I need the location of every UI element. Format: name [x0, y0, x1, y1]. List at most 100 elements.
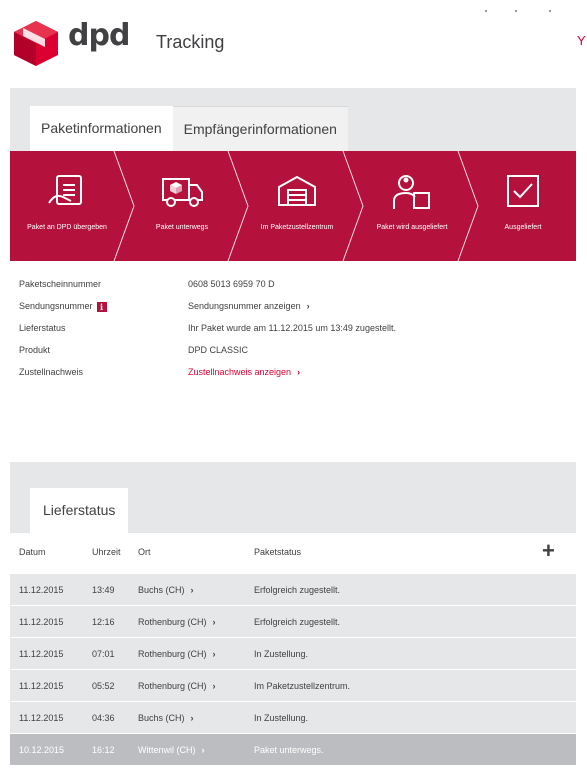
step-label: Paket an DPD übergeben: [27, 224, 107, 231]
progress-step-depot: Im Paketzustellzentrum: [240, 151, 354, 261]
progress-step-delivered: Ausgeliefert: [470, 151, 576, 261]
location-label: Rothenburg (CH): [138, 681, 207, 691]
column-header-time: Uhrzeit: [92, 547, 121, 557]
cell-location-link[interactable]: Rothenburg (CH) ›: [138, 649, 216, 659]
location-label: Wittenwil (CH): [138, 745, 196, 755]
cell-status: In Zustellung.: [254, 713, 309, 723]
location-label: Rothenburg (CH): [138, 649, 207, 659]
show-shipment-number-label: Sendungsnummer anzeigen: [188, 301, 301, 311]
cell-status: Erfolgreich zugestellt.: [254, 617, 341, 627]
progress-step-handover: Paket an DPD übergeben: [10, 151, 124, 261]
cell-date: 10.12.2015: [19, 745, 65, 755]
info-label: Paketscheinnummer: [19, 279, 102, 289]
menu-edge-icon[interactable]: Y: [577, 33, 586, 48]
table-row: 11.12.2015 07:01 Rothenburg (CH) › In Zus…: [10, 637, 576, 669]
table-row: 10.12.2015 16:12 Wittenwil (CH) › Paket u…: [10, 733, 576, 765]
status-tabs: Lieferstatus: [30, 488, 129, 533]
info-row-delivery-status: Lieferstatus Ihr Paket wurde am 11.12.20…: [10, 317, 576, 339]
delivery-status-panel: Lieferstatus Datum Uhrzeit Ort Paketstat…: [10, 462, 576, 776]
cell-status: Paket unterwegs.: [254, 745, 324, 755]
cell-location-link[interactable]: Wittenwil (CH) ›: [138, 745, 205, 755]
info-label: Produkt: [19, 345, 51, 355]
info-row-proof-of-delivery: Zustellnachweis Zustellnachweis anzeigen…: [10, 361, 576, 383]
progress-step-out-for-delivery: Paket wird ausgeliefert: [354, 151, 470, 261]
tab-package-info[interactable]: Paketinformationen: [30, 106, 173, 151]
cell-date: 11.12.2015: [19, 681, 64, 691]
dpd-logo-icon[interactable]: [10, 19, 62, 67]
cell-status: Im Paketzustellzentrum.: [254, 681, 351, 691]
cell-time: 13:49: [92, 585, 115, 595]
info-label: Sendungsnummer i: [19, 301, 107, 312]
chevron-right-icon: ›: [201, 745, 205, 755]
step-label: Paket wird ausgeliefert: [376, 224, 448, 231]
table-row: 11.12.2015 12:16 Rothenburg (CH) › Erfolg…: [10, 605, 576, 637]
cell-date: 11.12.2015: [19, 713, 64, 723]
expand-plus-icon[interactable]: +: [542, 539, 555, 563]
location-label: Buchs (CH): [138, 713, 185, 723]
divider-dot: [485, 10, 487, 12]
divider-dot: [515, 10, 517, 12]
status-table: Datum Uhrzeit Ort Paketstatus + 11.12.20…: [10, 533, 576, 776]
courier-icon: [393, 175, 430, 209]
cell-time: 07:01: [92, 649, 115, 659]
step-label: Im Paketzustellzentrum: [260, 224, 334, 231]
column-header-location: Ort: [138, 547, 151, 557]
info-label: Lieferstatus: [19, 323, 66, 333]
table-row: 11.12.2015 13:49 Buchs (CH) › Erfolgreich…: [10, 573, 576, 605]
product-value: DPD CLASSIC: [188, 345, 249, 355]
brand-wordmark: dpd: [68, 18, 130, 53]
info-label: Zustellnachweis: [19, 367, 84, 377]
table-row: 11.12.2015 05:52 Rothenburg (CH) › Im Pak…: [10, 669, 576, 701]
depot-building-icon: [278, 175, 316, 206]
cell-location-link[interactable]: Rothenburg (CH) ›: [138, 617, 216, 627]
page-title: Tracking: [156, 32, 225, 52]
info-row-shipment-number: Sendungsnummer i Sendungsnummer anzeigen ›: [10, 295, 576, 317]
cell-time: 16:12: [92, 745, 115, 755]
column-header-date: Datum: [19, 547, 46, 557]
step-label: Paket unterwegs: [155, 224, 209, 231]
package-info-list: Paketscheinnummer 0608 5013 6959 70 D Se…: [10, 273, 576, 383]
step-label: Ausgeliefert: [504, 224, 542, 231]
info-icon[interactable]: i: [96, 302, 107, 312]
delivery-van-icon: [162, 178, 203, 207]
info-tabs: Paketinformationen Empfängerinformatione…: [30, 106, 348, 151]
show-proof-of-delivery-link[interactable]: Zustellnachweis anzeigen ›: [188, 367, 300, 377]
chevron-right-icon: ›: [190, 585, 194, 595]
cell-status: Erfolgreich zugestellt.: [254, 585, 341, 595]
cell-location-link[interactable]: Rothenburg (CH) ›: [138, 681, 216, 691]
cell-location-link[interactable]: Buchs (CH) ›: [138, 713, 194, 723]
show-shipment-number-link[interactable]: Sendungsnummer anzeigen ›: [188, 301, 310, 311]
cell-location-link[interactable]: Buchs (CH) ›: [138, 585, 194, 595]
cell-date: 11.12.2015: [19, 617, 64, 627]
chevron-right-icon: ›: [212, 681, 216, 691]
progress-step-in-transit: Paket unterwegs: [124, 151, 240, 261]
chevron-right-icon: ›: [190, 713, 194, 723]
info-row-parcel-number: Paketscheinnummer 0608 5013 6959 70 D: [10, 273, 576, 295]
package-info-panel: Paketinformationen Empfängerinformatione…: [10, 88, 576, 438]
cell-time: 05:52: [92, 681, 115, 691]
parcel-number-value: 0608 5013 6959 70 D: [188, 279, 275, 289]
cell-time: 12:16: [92, 617, 115, 627]
cell-time: 04:36: [92, 713, 115, 723]
chevron-right-icon: ›: [212, 649, 216, 659]
delivery-status-value: Ihr Paket wurde am 11.12.2015 um 13:49 z…: [188, 323, 396, 333]
location-label: Buchs (CH): [138, 585, 185, 595]
package-info-body: Paket an DPD übergeben Paket unterwegs I…: [10, 151, 576, 438]
shipment-number-label: Sendungsnummer: [19, 301, 93, 311]
show-proof-of-delivery-label: Zustellnachweis anzeigen: [188, 367, 292, 377]
chevron-right-icon: ›: [212, 617, 216, 627]
chevron-right-icon: ›: [297, 367, 301, 377]
page-header: dpd Tracking Y: [0, 0, 587, 80]
tab-delivery-status[interactable]: Lieferstatus: [30, 488, 129, 533]
location-label: Rothenburg (CH): [138, 617, 207, 627]
cell-date: 11.12.2015: [19, 585, 64, 595]
checkmark-icon: [507, 175, 539, 207]
table-row: 11.12.2015 04:36 Buchs (CH) › In Zustellu…: [10, 701, 576, 733]
tab-recipient-info[interactable]: Empfängerinformationen: [172, 106, 348, 151]
info-row-product: Produkt DPD CLASSIC: [10, 339, 576, 361]
cell-status: In Zustellung.: [254, 649, 309, 659]
status-table-header: Datum Uhrzeit Ort Paketstatus +: [10, 533, 576, 573]
divider-dot: [549, 10, 551, 12]
hand-package-icon: [48, 175, 82, 205]
chevron-right-icon: ›: [306, 301, 310, 311]
